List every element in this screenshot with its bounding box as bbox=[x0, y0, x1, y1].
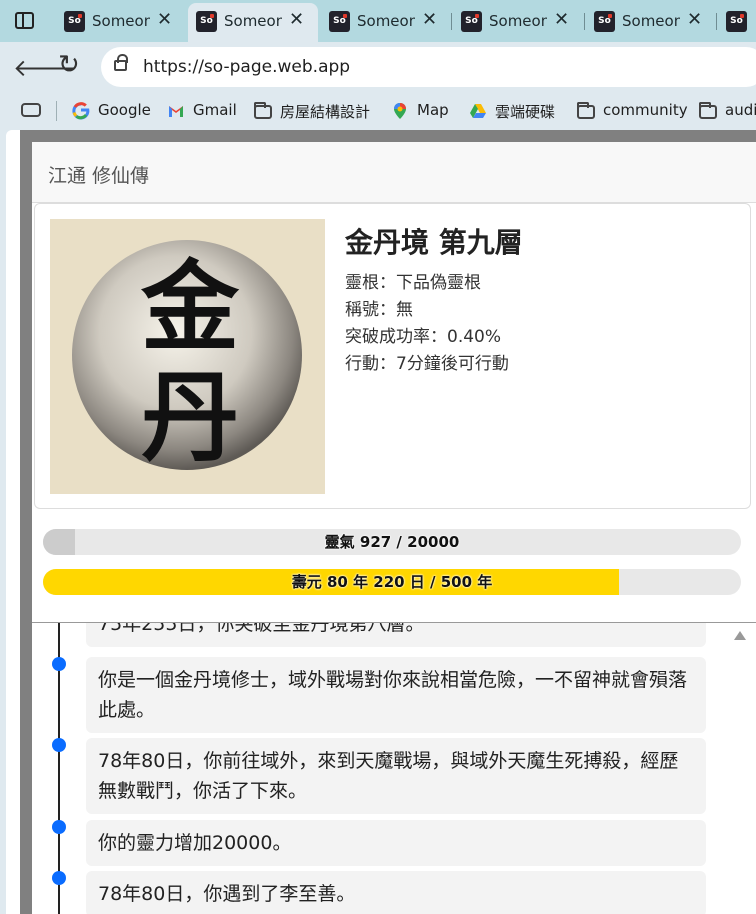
character-card: 金 丹 金丹境 第九層 靈根：下品偽靈根 稱號：無 突破成功率：0.40% 行動… bbox=[34, 203, 751, 509]
tab[interactable]: So Someone ✕ bbox=[56, 3, 186, 42]
address-bar[interactable]: https://so-page.web.app bbox=[101, 47, 756, 87]
google-icon bbox=[72, 102, 90, 120]
site-info-lock-icon[interactable] bbox=[114, 54, 128, 71]
log-entry: 78年80日，你遇到了李至善。 bbox=[86, 871, 706, 914]
portrait-glyph: 丹 bbox=[141, 360, 239, 475]
tab-actions-icon[interactable] bbox=[15, 12, 34, 29]
tab-title: Someone bbox=[92, 12, 150, 30]
close-tab-icon[interactable]: ✕ bbox=[157, 9, 172, 30]
tab[interactable]: So Someone ✕ bbox=[321, 3, 451, 42]
site-favicon-icon: So bbox=[329, 11, 350, 32]
bookmark-label: 房屋結構設計 bbox=[280, 103, 371, 121]
tab-title: Someone bbox=[489, 12, 547, 30]
url-text[interactable]: https://so-page.web.app bbox=[143, 57, 350, 77]
folder-icon bbox=[577, 102, 595, 119]
tab-title: Someone bbox=[357, 12, 415, 30]
lifespan-bar: 壽元 80 年 220 日 / 500 年 bbox=[43, 569, 741, 595]
close-tab-icon[interactable]: ✕ bbox=[687, 9, 702, 30]
bookmark-label: Gmail bbox=[193, 101, 237, 119]
realm-title: 金丹境 第九層 bbox=[345, 226, 523, 259]
site-favicon-icon: So bbox=[64, 11, 85, 32]
timeline-dot bbox=[52, 657, 66, 671]
site-favicon-icon: So bbox=[461, 11, 482, 32]
tab-active[interactable]: So Someone ✕ bbox=[188, 3, 318, 42]
close-tab-icon[interactable]: ✕ bbox=[422, 9, 437, 30]
spirit-energy-bar: 靈氣 927 / 20000 bbox=[43, 529, 741, 555]
map-pin-icon bbox=[394, 103, 406, 119]
page-header: 江通 修仙傳 bbox=[32, 142, 756, 203]
bookmark-label: Google bbox=[98, 101, 151, 119]
portrait-glyph: 金 bbox=[140, 250, 240, 365]
page-margin bbox=[20, 130, 32, 914]
stat-breakthrough-rate: 突破成功率：0.40% bbox=[345, 327, 502, 347]
tab-groups-icon[interactable] bbox=[21, 103, 41, 117]
stat-action-cooldown: 行動：7分鐘後可行動 bbox=[345, 354, 509, 374]
game-page: 江通 修仙傳 金 丹 金丹境 第九層 靈根：下品偽靈根 稱號：無 突破成功率：0… bbox=[32, 142, 756, 914]
bookmark-label: audio bbox=[725, 101, 756, 119]
site-favicon-icon: So bbox=[196, 11, 217, 32]
tab[interactable]: So Someone ✕ bbox=[453, 3, 583, 42]
lifespan-label: 壽元 80 年 220 日 / 500 年 bbox=[291, 573, 493, 591]
log-entry: 78年80日，你前往域外，來到天魔戰場，與域外天魔生死搏殺，經歷無數戰鬥，你活了… bbox=[86, 738, 706, 814]
realm-portrait: 金 丹 bbox=[50, 219, 325, 494]
bookmark-divider bbox=[56, 101, 57, 121]
tab[interactable]: So Someone ✕ bbox=[586, 3, 716, 42]
folder-icon bbox=[699, 102, 717, 119]
scroll-up-arrow-icon[interactable] bbox=[734, 631, 746, 640]
timeline-dot bbox=[52, 871, 66, 885]
tab-divider bbox=[584, 13, 585, 30]
bookmark-label: community bbox=[603, 101, 688, 119]
bookmarks-bar: Google Gmail 房屋結構設計 Map 雲端硬碟 community a… bbox=[0, 94, 756, 128]
stat-spirit-root: 靈根：下品偽靈根 bbox=[345, 273, 481, 293]
bookmark-label: Map bbox=[417, 101, 449, 119]
close-tab-icon[interactable]: ✕ bbox=[554, 9, 569, 30]
viewport-edge bbox=[6, 130, 20, 914]
stat-title: 稱號：無 bbox=[345, 300, 413, 320]
bookmark-label: 雲端硬碟 bbox=[495, 103, 556, 121]
folder-icon bbox=[254, 102, 272, 119]
tab-divider bbox=[716, 13, 717, 30]
tab-strip: So Someone ✕ So Someone ✕ So Someone ✕ S… bbox=[0, 0, 756, 42]
log-entry: 你是一個金丹境修士，域外戰場對你來說相當危險，一不留神就會殞落此處。 bbox=[86, 657, 706, 733]
log-entry: 75年255日，你突破至金丹境第八層。 bbox=[86, 623, 706, 647]
timeline-dot bbox=[52, 820, 66, 834]
ink-orb-illustration: 金 丹 bbox=[72, 240, 302, 475]
spirit-energy-label: 靈氣 927 / 20000 bbox=[324, 533, 460, 551]
page-margin-top bbox=[20, 130, 756, 142]
tab-title: Someone bbox=[622, 12, 680, 30]
google-drive-icon bbox=[470, 104, 486, 118]
log-entry: 你的靈力增加20000。 bbox=[86, 820, 706, 866]
close-tab-icon[interactable]: ✕ bbox=[289, 9, 304, 30]
page-title: 江通 修仙傳 bbox=[48, 165, 150, 187]
tab-title: Someone bbox=[224, 12, 282, 30]
gmail-icon bbox=[169, 106, 183, 117]
site-favicon-icon: So bbox=[726, 11, 747, 32]
navigation-toolbar: 🡐 ↻ https://so-page.web.app bbox=[0, 42, 756, 94]
tab[interactable]: So bbox=[718, 3, 756, 42]
event-log[interactable]: 75年255日，你突破至金丹境第八層。 你是一個金丹境修士，域外戰場對你來說相當… bbox=[32, 623, 756, 914]
tab-divider bbox=[451, 13, 452, 30]
site-favicon-icon: So bbox=[594, 11, 615, 32]
timeline-dot bbox=[52, 738, 66, 752]
reload-icon[interactable]: ↻ bbox=[58, 50, 80, 80]
